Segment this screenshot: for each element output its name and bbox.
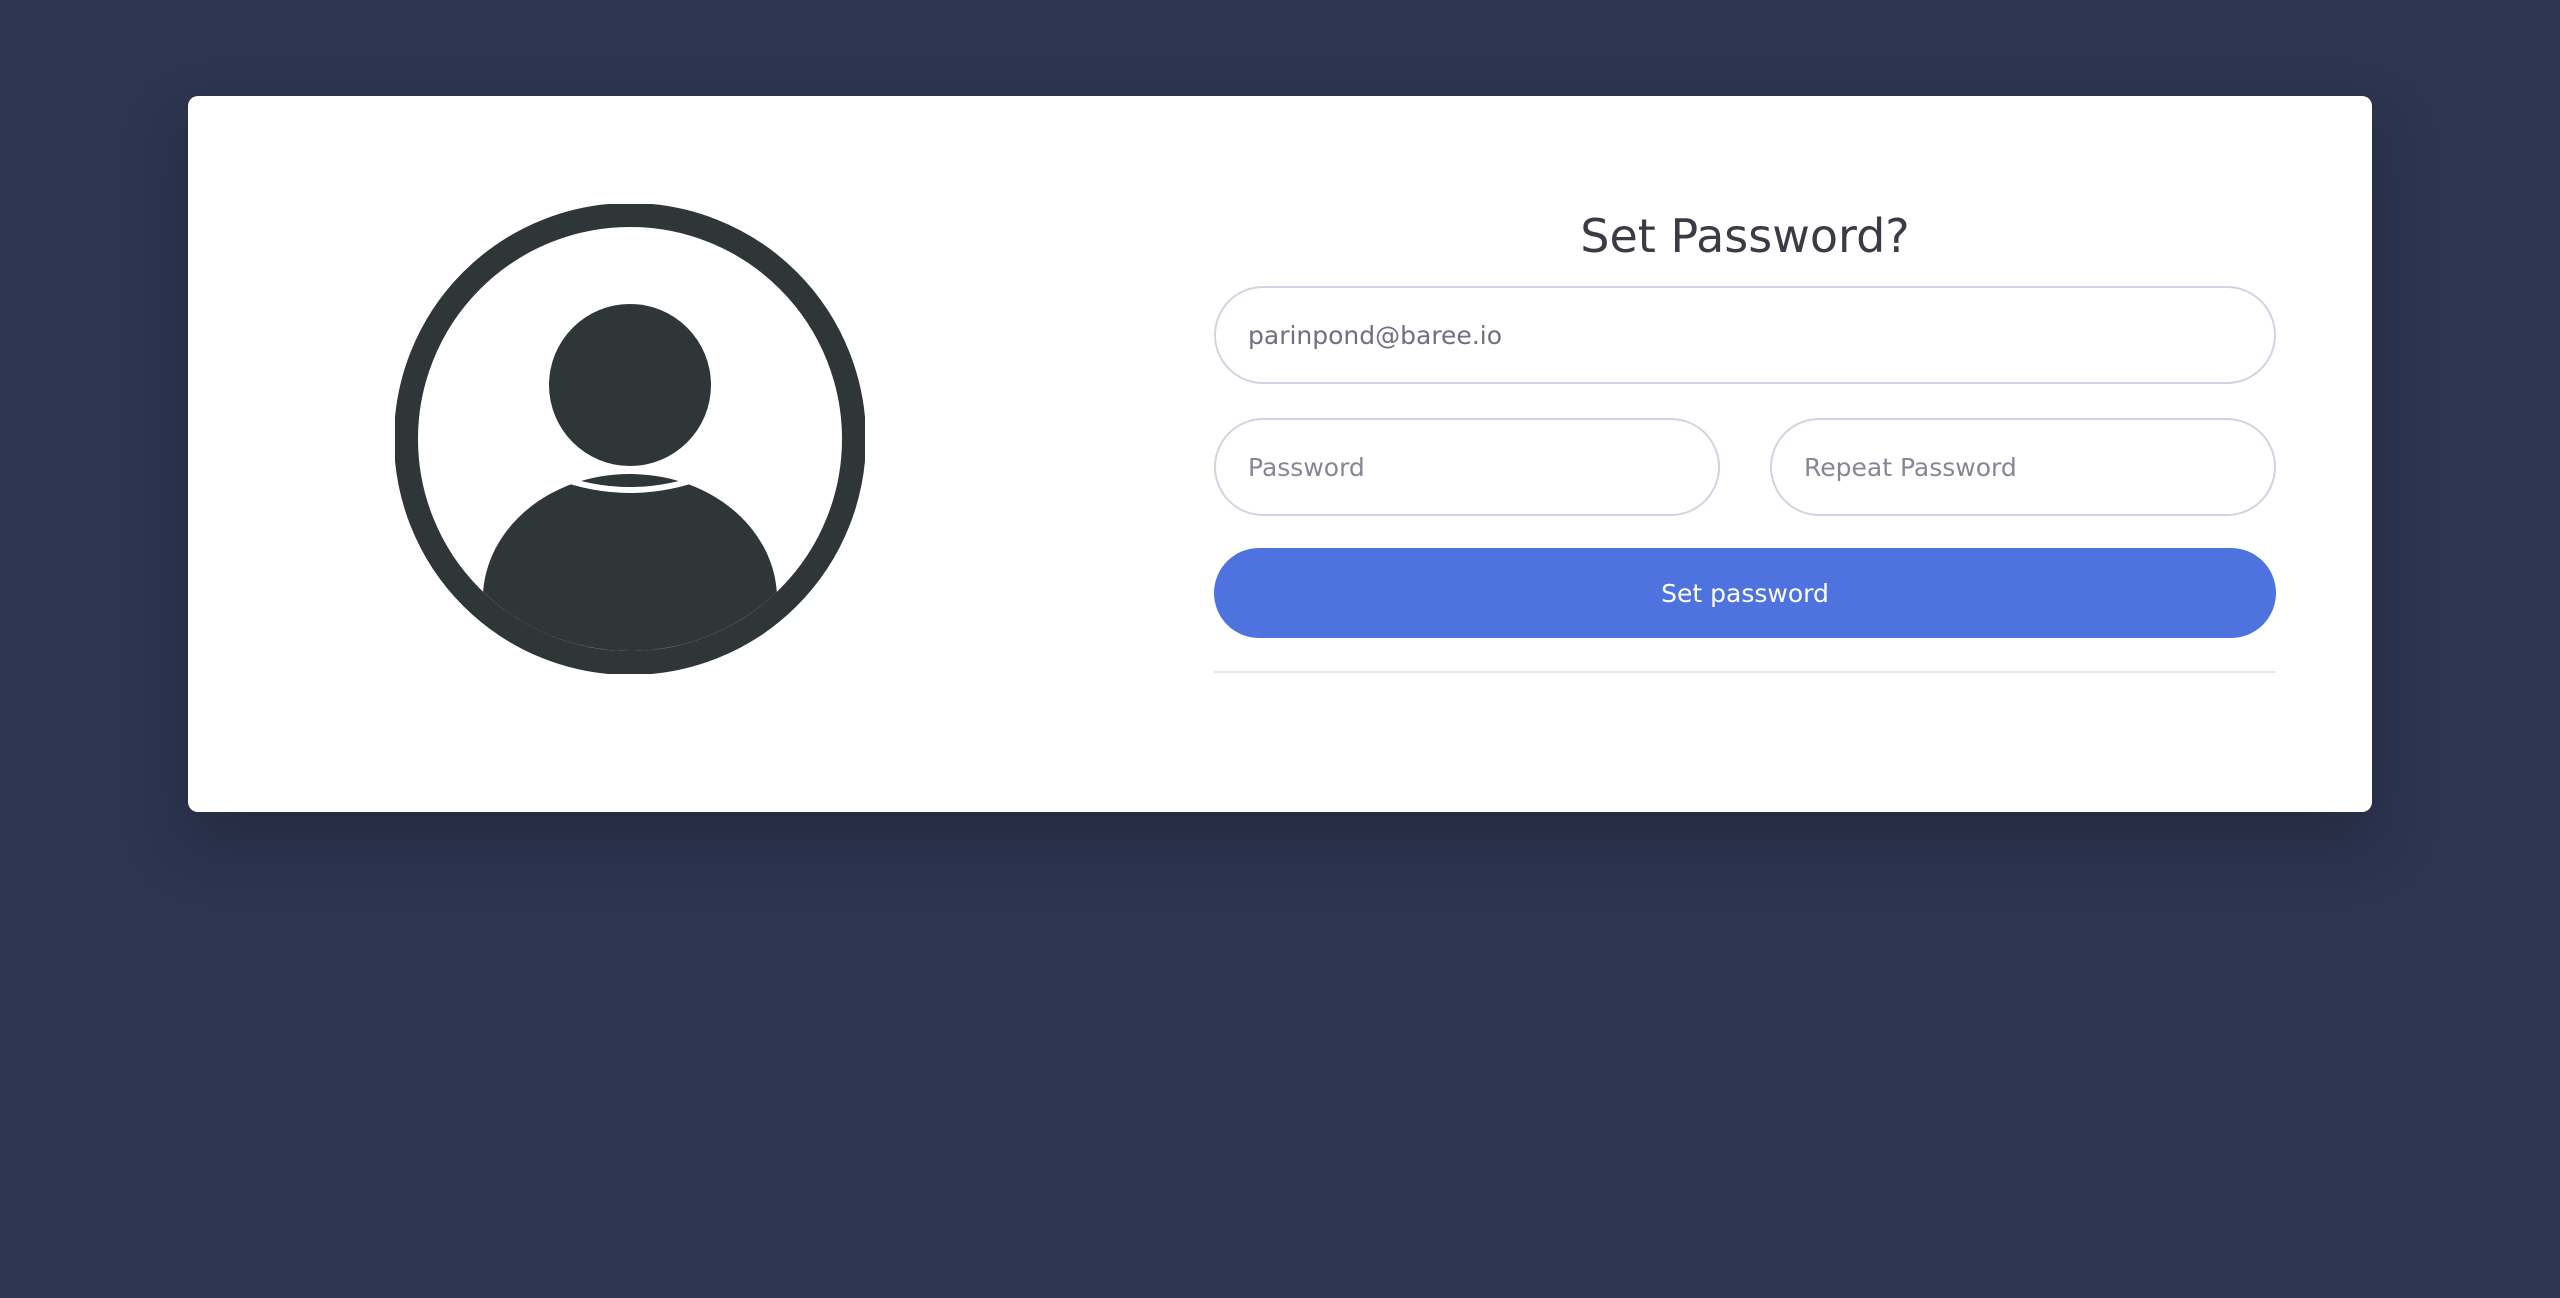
email-field[interactable]: [1214, 286, 2276, 384]
password-row: [1214, 418, 2276, 516]
page-title: Set Password?: [1580, 209, 1910, 263]
divider: [1214, 671, 2276, 673]
user-avatar-icon: [395, 204, 865, 674]
set-password-card: Set Password? Set password: [188, 96, 2372, 812]
password-field[interactable]: [1214, 418, 1720, 516]
user-circle-icon: [395, 204, 865, 674]
repeat-password-field[interactable]: [1770, 418, 2276, 516]
set-password-form: Set Password? Set password: [1214, 186, 2276, 673]
set-password-button[interactable]: Set password: [1214, 548, 2276, 638]
